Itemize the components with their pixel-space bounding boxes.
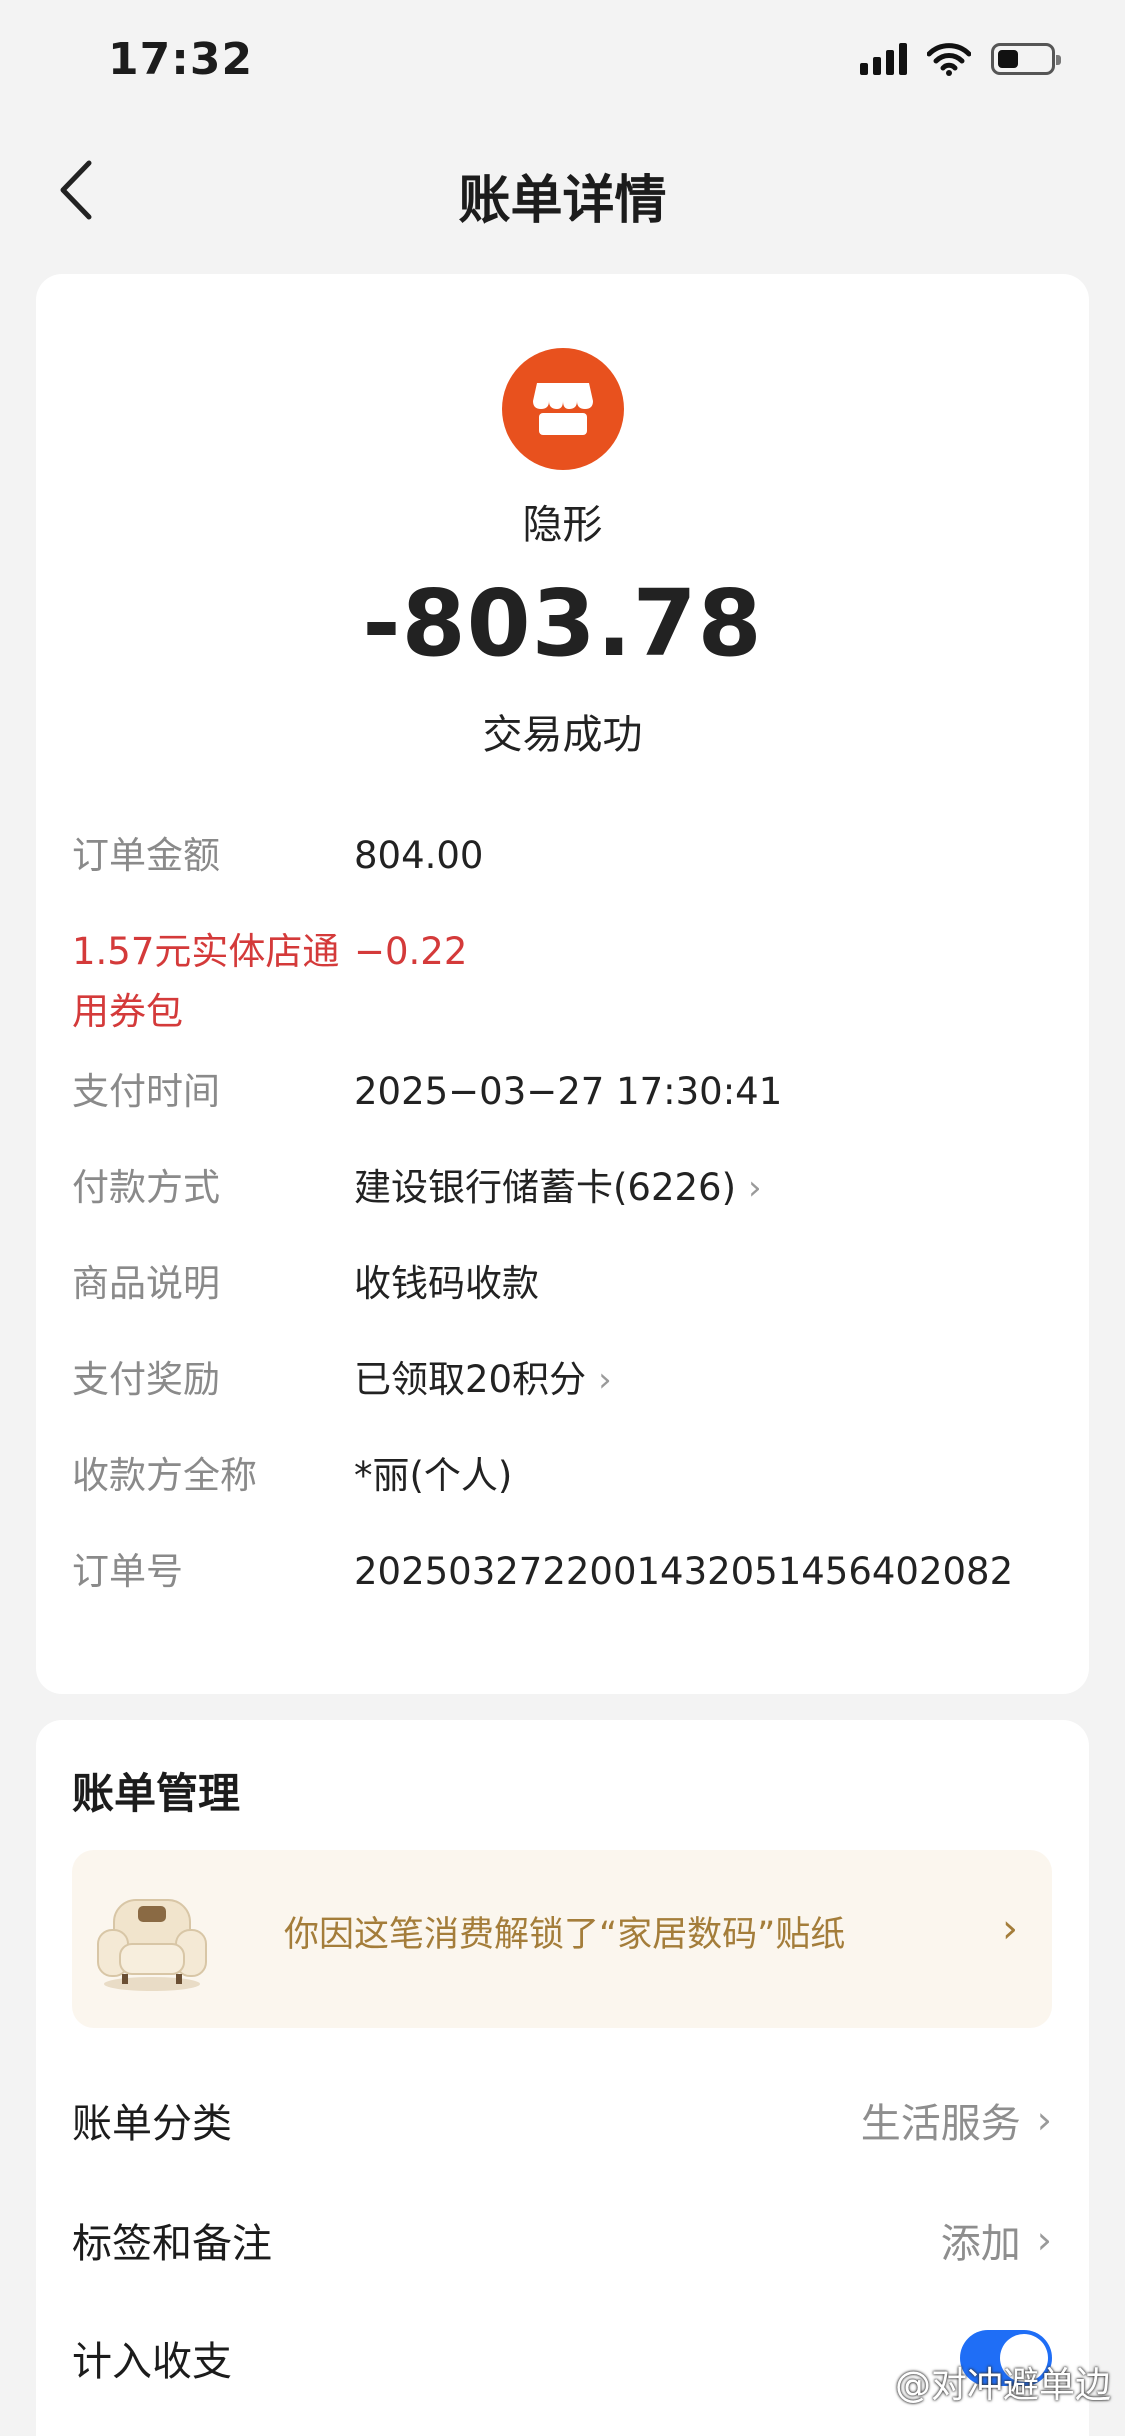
merchant-name: 隐形 (522, 502, 603, 548)
detail-value: *丽(个人) (354, 1454, 513, 1497)
coupon-value: −0.22 (354, 930, 468, 973)
detail-label: 订单金额 (72, 834, 220, 877)
section-title: 账单管理 (72, 1769, 241, 1818)
count-label: 计入收支 (72, 2339, 232, 2385)
pay-method-value[interactable]: 建设银行储蓄卡(6226) (354, 1158, 736, 1218)
status-icons (860, 42, 1061, 76)
transaction-detail-card: 隐形 -803.78 交易成功 订单金额 804.00 1.57元实体店通用券包… (36, 274, 1089, 1694)
wifi-icon (927, 43, 971, 76)
detail-label: 订单号 (72, 1550, 183, 1593)
category-value: 生活服务 (860, 2101, 1021, 2147)
status-bar: 17:32 (0, 0, 1125, 130)
order-number: 2025032722001432051456402082 (354, 1550, 1014, 1593)
detail-value: 收钱码收款 (354, 1262, 539, 1305)
bill-manage-card: 账单管理 你因这笔消费解锁了“家居数码”贴纸 › 账单分类 生活服务 › 标签和… (36, 1720, 1089, 2436)
status-time: 17:32 (108, 34, 254, 85)
detail-label: 支付奖励 (72, 1358, 220, 1401)
chevron-right-icon: › (748, 1168, 762, 1208)
tags-add-value: 添加 (940, 2221, 1021, 2267)
watermark: @对冲避单边 (894, 2365, 1111, 2406)
detail-row-item-desc: 商品说明 收钱码收款 (72, 1254, 1062, 1314)
reward-value[interactable]: 已领取20积分 (354, 1350, 586, 1410)
detail-label: 商品说明 (72, 1262, 220, 1305)
detail-row-order-amount: 订单金额 804.00 (72, 826, 1062, 886)
detail-label: 付款方式 (72, 1166, 220, 1209)
battery-icon (991, 43, 1061, 75)
detail-row-pay-method[interactable]: 付款方式 建设银行储蓄卡(6226) › (72, 1158, 1062, 1218)
detail-row-payee: 收款方全称 *丽(个人) (72, 1446, 1062, 1506)
bill-detail-page: 17:32 账单详情 隐形 -803.78 交易成功 订单金额 804.00 1… (0, 0, 1125, 2436)
banner-text: 你因这笔消费解锁了“家居数码”贴纸 (284, 1915, 846, 1955)
tags-notes-row[interactable]: 标签和备注 添加 › (72, 2200, 1052, 2280)
chevron-right-icon: › (1002, 1906, 1018, 1952)
chevron-right-icon: › (1036, 2098, 1052, 2142)
tags-label: 标签和备注 (72, 2221, 272, 2267)
detail-value: 2025−03−27 17:30:41 (354, 1070, 783, 1113)
category-label: 账单分类 (72, 2101, 232, 2147)
detail-row-pay-time: 支付时间 2025−03−27 17:30:41 (72, 1062, 1062, 1122)
detail-value: 804.00 (354, 834, 484, 877)
detail-row-coupon: 1.57元实体店通用券包 −0.22 (72, 922, 1062, 1042)
detail-row-order-no: 订单号 2025032722001432051456402082 (72, 1542, 1062, 1602)
nav-bar: 账单详情 (0, 130, 1125, 250)
transaction-status: 交易成功 (482, 712, 643, 758)
transaction-amount: -803.78 (362, 570, 763, 677)
detail-row-reward[interactable]: 支付奖励 已领取20积分 › (72, 1350, 1062, 1410)
armchair-sticker-icon (97, 1899, 207, 1991)
bill-category-row[interactable]: 账单分类 生活服务 › (72, 2080, 1052, 2160)
chevron-right-icon: › (1036, 2218, 1052, 2262)
detail-label: 收款方全称 (72, 1454, 257, 1497)
page-title: 账单详情 (458, 171, 667, 231)
detail-label: 支付时间 (72, 1070, 220, 1113)
detail-list: 订单金额 804.00 1.57元实体店通用券包 −0.22 支付时间 2025… (72, 826, 1062, 1638)
store-icon (533, 383, 593, 435)
sticker-banner[interactable]: 你因这笔消费解锁了“家居数码”贴纸 › (72, 1850, 1052, 2028)
signal-icon (860, 43, 907, 75)
merchant-logo (502, 348, 624, 470)
chevron-right-icon: › (598, 1360, 612, 1400)
coupon-label: 1.57元实体店通用券包 (72, 930, 340, 1033)
